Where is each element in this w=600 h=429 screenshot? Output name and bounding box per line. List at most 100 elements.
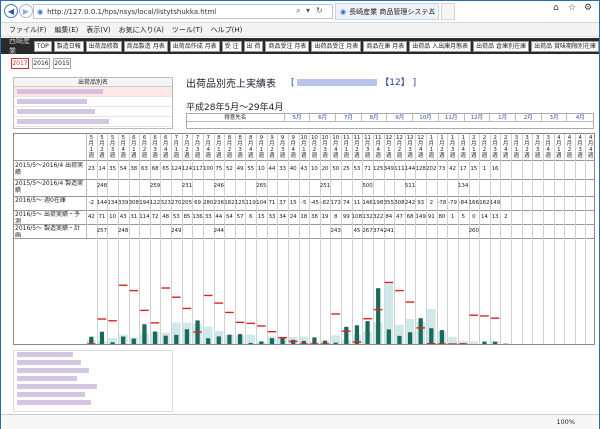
menu-view[interactable]: 表示(V)	[86, 25, 110, 35]
zoom-level[interactable]: 100%	[556, 418, 575, 426]
month-header: 9月	[387, 114, 414, 121]
weekly-chart	[87, 281, 508, 344]
chart-bar-shipment	[492, 341, 498, 344]
menu-file[interactable]: ファイル(F)	[9, 25, 47, 35]
chart-bar-shipment	[237, 334, 243, 344]
home-icon[interactable]: ⌂	[549, 3, 563, 17]
list-item[interactable]	[14, 391, 172, 399]
bracket-close: ]	[412, 78, 417, 88]
nav-warehouse-stock[interactable]: 出荷品 倉庫別在庫	[473, 40, 530, 52]
chart-bar-shipment	[163, 335, 168, 344]
chart-bar-shipment	[354, 325, 360, 344]
app-brand: 西崎産業	[9, 37, 30, 55]
tab-title: 長崎産業 商品管理システム	[349, 7, 436, 16]
browser-tab[interactable]: ◉ 長崎産業 商品管理システム ✕	[335, 3, 439, 20]
weekly-report-grid: 2015/5〜2016/4 出荷実績 2015/5〜2016/4 製造実績 20…	[13, 133, 595, 345]
chart-bar-shipment	[142, 324, 147, 344]
list-item[interactable]	[14, 359, 172, 367]
month-header: 1月	[490, 114, 516, 121]
report-period: 平成28年5月～29年4月	[186, 103, 284, 113]
forward-icon[interactable]: ▶	[19, 4, 33, 18]
chart-bar-shipment	[482, 341, 487, 344]
chart-bar-shipment	[121, 336, 126, 344]
list-item[interactable]	[14, 399, 172, 407]
address-bar[interactable]: ◉ http://127.0.0.1/hps/nsys/local/listyt…	[33, 4, 333, 19]
close-tab-icon[interactable]: ✕	[429, 7, 435, 15]
month-header: 12月	[465, 114, 491, 121]
chart-bar-prev-year	[246, 334, 255, 344]
summary-table: 得意先名 5月 6月 7月 8月 9月 10月 11月 12月 1月 2月 3月…	[186, 113, 594, 129]
nav-shipping[interactable]: 出 荷	[243, 40, 264, 52]
menu-bar: ファイル(F) 編集(E) 表示(V) お気に入り(A) ツール(T) ヘルプ(…	[1, 23, 599, 37]
year-2017-button[interactable]: 2017	[11, 58, 29, 69]
chart-bar-shipment	[407, 332, 413, 344]
month-header: 5月	[285, 114, 311, 121]
chart-bar-shipment	[206, 338, 211, 344]
chart-bar-shipment	[110, 342, 115, 344]
list-item[interactable]	[14, 367, 172, 375]
new-tab-button[interactable]	[441, 3, 455, 20]
chart-bar-shipment	[99, 331, 105, 344]
month-header: 7月	[336, 114, 362, 121]
chart-bar-shipment	[418, 318, 423, 344]
month-header: 4月	[575, 115, 585, 121]
settings-icon[interactable]: ⚙	[581, 3, 595, 17]
list-item[interactable]	[14, 97, 172, 107]
nav-expiry-stock[interactable]: 出荷品 賞味期限別在庫	[531, 40, 599, 52]
nav-production-monthly[interactable]: 商品製造 月表	[123, 40, 168, 52]
nav-order-monthly[interactable]: 商品受注 月表	[265, 40, 310, 52]
menu-tools[interactable]: ツール(T)	[172, 25, 203, 35]
browser-window: ◀ ▶ ◉ http://127.0.0.1/hps/nsys/local/li…	[0, 0, 600, 429]
list-item[interactable]	[14, 117, 172, 127]
chart-bar-shipment	[429, 328, 434, 344]
chart-bar-shipment	[397, 335, 402, 344]
product-name-redacted	[297, 79, 378, 86]
year-2016-button[interactable]: 2016	[32, 58, 50, 69]
menu-edit[interactable]: 編集(E)	[55, 25, 79, 35]
page-icon: ◉	[37, 7, 44, 16]
nav-shipment-create-monthly[interactable]: 出荷品作成 月表	[169, 40, 220, 52]
chart-bar-shipment	[269, 338, 275, 344]
status-bar: 100%	[1, 414, 599, 429]
nav-shipment-order-monthly[interactable]: 出荷品受注 月表	[311, 40, 362, 52]
chart-bar-shipment	[376, 288, 381, 344]
list-item[interactable]	[14, 383, 172, 391]
year-2015-button[interactable]: 2015	[53, 58, 71, 69]
nav-stock-monthly[interactable]: 商品在庫 月表	[363, 40, 408, 52]
chart-bar-shipment	[89, 336, 94, 344]
chart-bar-shipment	[386, 329, 391, 344]
report-product: [ 【12】 ]	[291, 75, 416, 88]
list-item[interactable]	[14, 87, 172, 97]
favorites-icon[interactable]: ☆	[565, 3, 579, 17]
product-list-header: 出荷品別名	[14, 78, 172, 87]
browser-titlebar: ◀ ▶ ◉ http://127.0.0.1/hps/nsys/local/li…	[1, 1, 599, 23]
back-icon[interactable]: ◀	[4, 4, 18, 18]
menu-favorites[interactable]: お気に入り(A)	[119, 25, 164, 35]
nav-daily-production[interactable]: 製造日報	[53, 40, 84, 52]
report-title: 出荷品別売上実績表	[186, 79, 276, 90]
chart-bar-shipment	[333, 342, 338, 344]
chart-bar-shipment	[131, 338, 136, 344]
chart-bar-shipment	[365, 321, 370, 344]
nav-shipment-edit[interactable]: 出荷品修数	[85, 40, 122, 52]
summary-table-header: 得意先名 5月 6月 7月 8月 9月 10月 11月 12月 1月 2月 3月…	[187, 114, 593, 122]
list-item[interactable]	[14, 375, 172, 383]
dropdown-icon[interactable]: ▾	[306, 6, 310, 15]
list-item[interactable]	[14, 351, 172, 359]
chart-bar-shipment	[184, 329, 190, 344]
nav-top[interactable]: TOP	[33, 40, 52, 52]
nav-inout-monthly[interactable]: 出荷品 入出庫月態表	[409, 40, 472, 52]
search-icon[interactable]: ⌕	[296, 6, 300, 16]
chart-bar-shipment	[280, 338, 285, 344]
app-header: 西崎産業 TOP 製造日報 出荷品修数 商品製造 月表 出荷品作成 月表 受 注…	[1, 37, 599, 55]
product-code: 【12】	[380, 78, 410, 88]
list-item[interactable]	[14, 107, 172, 117]
refresh-icon[interactable]: ↻	[316, 6, 323, 15]
month-header: 6月	[310, 114, 337, 121]
menu-help[interactable]: ヘルプ(H)	[211, 25, 243, 35]
tab-favicon: ◉	[340, 7, 347, 16]
chart-bar-shipment	[174, 334, 179, 344]
product-list: 出荷品別名	[13, 77, 173, 129]
nav-orders[interactable]: 受 注	[221, 40, 242, 52]
bracket-open: [	[291, 78, 295, 88]
